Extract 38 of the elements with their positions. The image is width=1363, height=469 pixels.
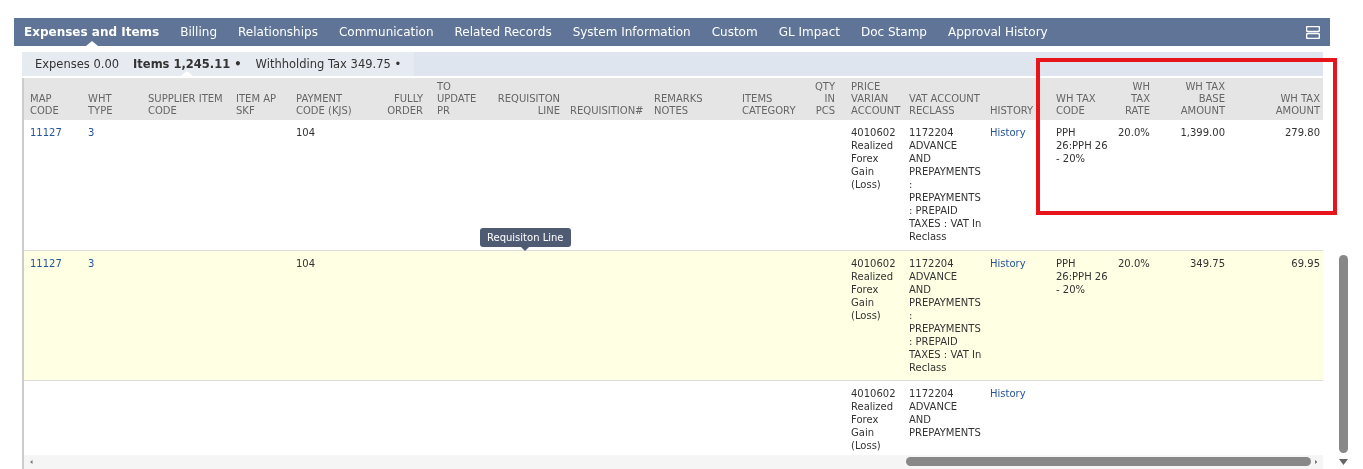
subtab[interactable]: Items 1,245.11 • (126, 52, 249, 76)
table-cell: 20.0% (1118, 257, 1150, 269)
tab[interactable]: System Information (572, 18, 691, 46)
table-cell: 1172204 ADVANCE AND PREPAYMENTS : PREPAYMENTS : PREPAID TAXES : VAT In Reclass (909, 257, 982, 373)
tab[interactable]: Approval History (947, 18, 1048, 46)
tab[interactable]: GL Impact (778, 18, 840, 46)
table-cell: 1,399.00 (1180, 127, 1225, 138)
table-cell: 1172204 ADVANCE AND PREPAYMENTS : PREPAYMENTS : PREPAID TAXES : VAT In Reclass (909, 127, 982, 242)
tab[interactable]: Doc Stamp (860, 18, 927, 46)
table-cell: PPH 26:PPH 26 - 20% (1056, 127, 1108, 164)
cell-link[interactable]: History (990, 127, 1026, 138)
table-cell: 4010602 Realized Forex Gain (Loss) (851, 257, 896, 321)
cell-link[interactable]: History (990, 387, 1026, 399)
table-cell: 279.80 (1285, 127, 1320, 138)
table-cell: 69.95 (1291, 257, 1320, 269)
table-cell: 20.0% (1118, 127, 1150, 138)
table-cell: 4010602 Realized Forex Gain (Loss) (851, 127, 896, 190)
table-cell: 1172204 ADVANCE AND PREPAYMENTS (909, 387, 981, 438)
cell-link[interactable]: 11127 (30, 257, 62, 269)
cell-link[interactable]: 3 (88, 257, 95, 269)
table-cell: 4010602 Realized Forex Gain (Loss) (851, 387, 896, 451)
table-cell: PPH 26:PPH 26 - 20% (1056, 257, 1108, 295)
table-cell: 349.75 (1190, 257, 1225, 269)
tab[interactable]: Relationships (238, 18, 318, 46)
subtab[interactable]: Withholding Tax 349.75 • (248, 52, 409, 76)
column-header[interactable]: HISTORY (990, 105, 1032, 117)
table-cell: 104 (296, 127, 316, 138)
tab[interactable]: Billing (180, 18, 217, 46)
subtab[interactable]: Expenses 0.00 (28, 52, 127, 76)
tab[interactable]: Expenses and Items (24, 18, 160, 46)
tab[interactable]: Communication (338, 18, 434, 46)
cell-link[interactable]: History (990, 257, 1026, 269)
tab[interactable]: Custom (711, 18, 758, 46)
cell-link[interactable]: 3 (88, 127, 95, 138)
table-cell: 104 (296, 257, 316, 269)
tab[interactable]: Related Records (454, 18, 552, 46)
cell-link[interactable]: 11127 (30, 127, 62, 138)
table-row[interactable]: 11127 3 104 4010602 Realized Forex Gain (Loss) 1172204 ADVANCE AND PREPAYMENTS : PREPAYMENTS : PREPAID TAXES : VAT In Reclass History PPH 26:PPH 26 - 20% 20.0% 349.75 69.95 (24, 250, 1323, 380)
